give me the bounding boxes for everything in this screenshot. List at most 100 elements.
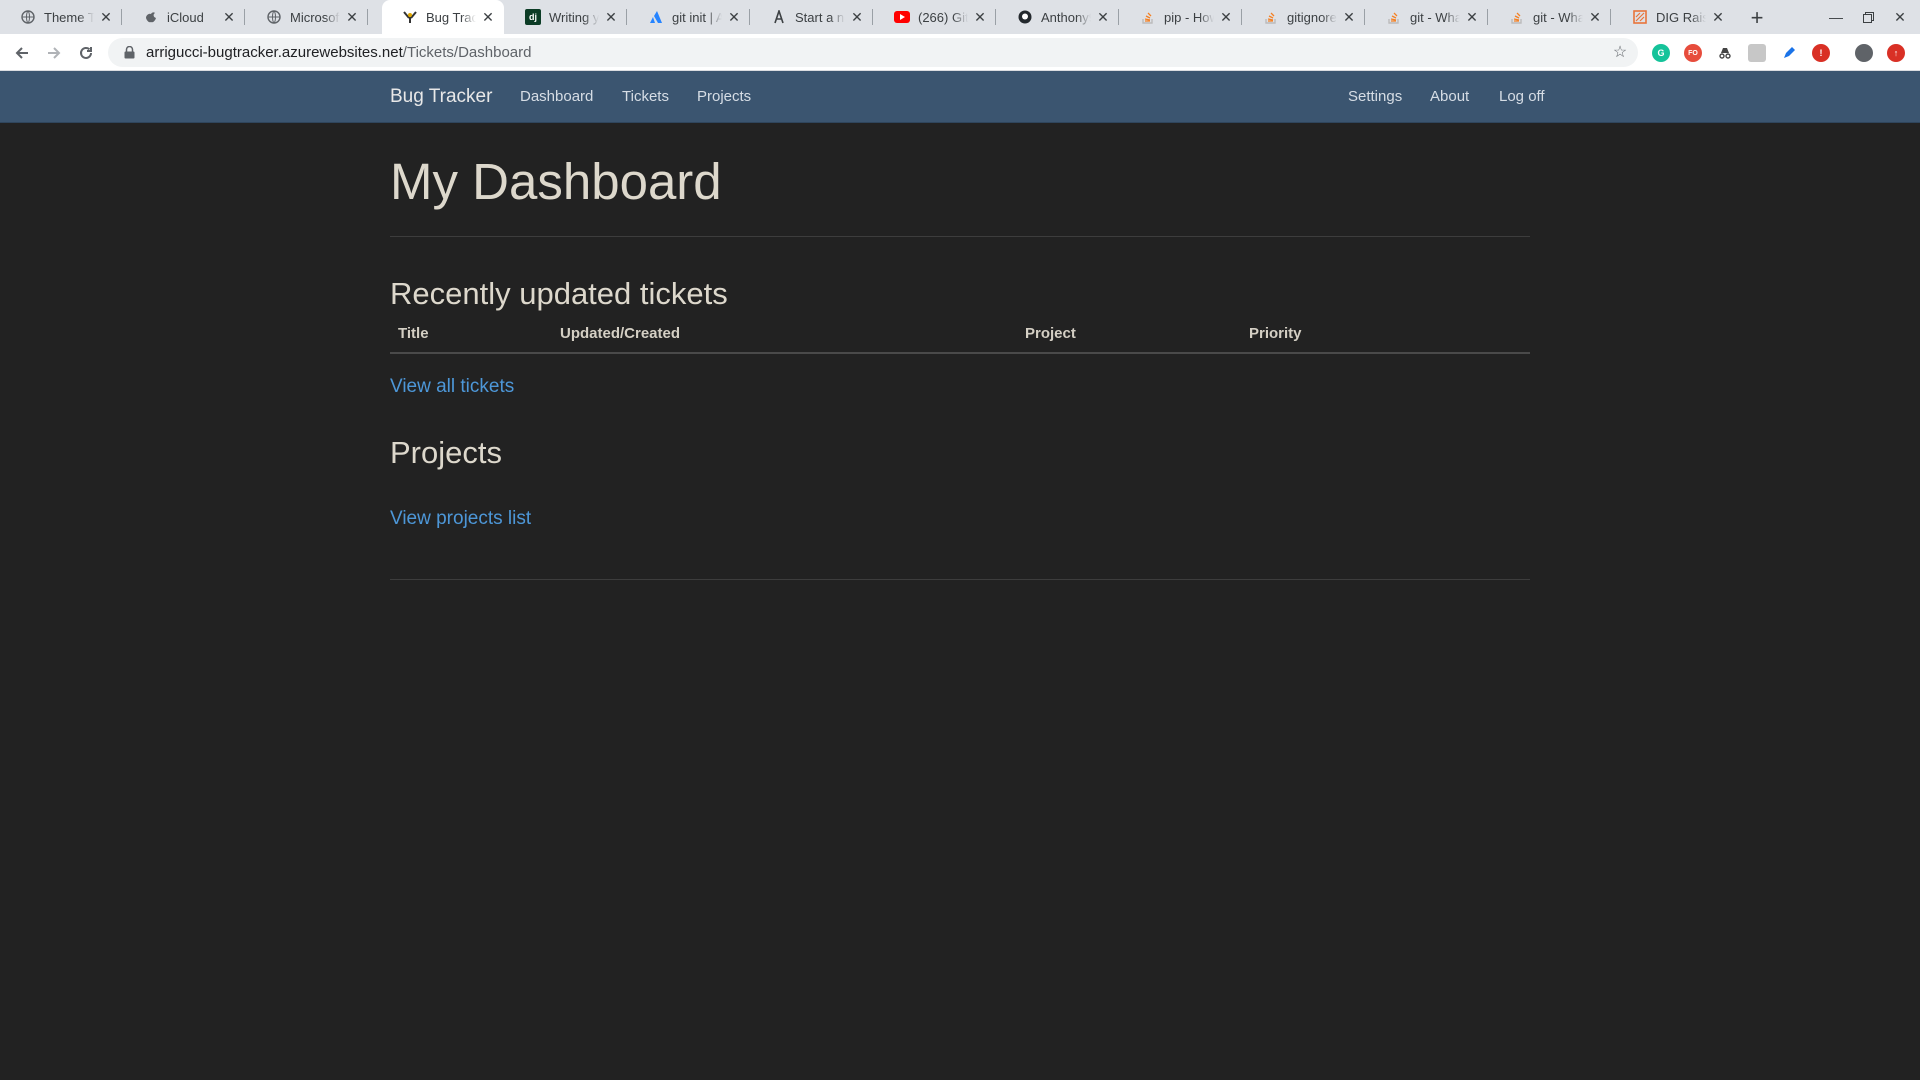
- tab-title: git - What c: [1533, 9, 1583, 25]
- atlassian-icon: [648, 9, 664, 25]
- tab-title: DIG Raise: [1656, 9, 1706, 25]
- tab-divider: [872, 9, 873, 25]
- reload-icon[interactable]: [72, 39, 100, 67]
- fo-extension-icon[interactable]: FO: [1684, 44, 1702, 62]
- globe-icon: [266, 9, 282, 25]
- restore-icon[interactable]: [1852, 0, 1884, 34]
- column-header-updated[interactable]: Updated/Created: [560, 325, 680, 342]
- page-title: My Dashboard: [390, 153, 722, 210]
- grammarly-extension-icon[interactable]: G: [1652, 44, 1670, 62]
- tab-title: Start a new: [795, 9, 845, 25]
- close-icon[interactable]: ✕: [603, 9, 619, 25]
- app-navbar: Bug Tracker Dashboard Tickets Projects S…: [0, 71, 1920, 123]
- view-projects-list-link[interactable]: View projects list: [390, 508, 531, 530]
- tab-title: Anthony96: [1041, 9, 1091, 25]
- tab-title: git init | At: [672, 9, 722, 25]
- browser-tab[interactable]: iCloud ✕: [123, 0, 245, 34]
- tab-divider: [1610, 9, 1611, 25]
- browser-tab-active[interactable]: Bug Tracker ✕: [382, 0, 504, 34]
- avatar[interactable]: [1855, 44, 1873, 62]
- nav-about[interactable]: About: [1430, 71, 1469, 123]
- browser-tab[interactable]: gitignore - ✕: [1243, 0, 1365, 34]
- browser-tab[interactable]: Microsoft V ✕: [246, 0, 368, 34]
- lock-icon[interactable]: [122, 46, 136, 60]
- address-bar[interactable]: arrigucci-bugtracker.azurewebsites.net/T…: [108, 38, 1638, 67]
- tab-divider: [626, 9, 627, 25]
- tab-title: (266) GitH: [918, 9, 968, 25]
- divider: [390, 236, 1530, 237]
- close-icon[interactable]: ✕: [1341, 9, 1357, 25]
- tab-divider: [1241, 9, 1242, 25]
- browser-toolbar: arrigucci-bugtracker.azurewebsites.net/T…: [0, 34, 1920, 71]
- close-icon[interactable]: ✕: [1710, 9, 1726, 25]
- doc-icon: [771, 9, 787, 25]
- column-header-title[interactable]: Title: [398, 325, 429, 342]
- minimize-icon[interactable]: —: [1820, 0, 1852, 34]
- tab-title: Theme Ten: [44, 9, 94, 25]
- close-icon[interactable]: ✕: [972, 9, 988, 25]
- browser-tab[interactable]: dj Writing you ✕: [505, 0, 627, 34]
- column-header-project[interactable]: Project: [1025, 325, 1076, 342]
- back-icon[interactable]: [8, 39, 36, 67]
- tab-divider: [1364, 9, 1365, 25]
- generic-extension-icon[interactable]: [1748, 44, 1766, 62]
- projects-heading: Projects: [390, 435, 502, 470]
- pen-extension-icon[interactable]: [1780, 44, 1798, 62]
- close-icon[interactable]: ✕: [480, 9, 496, 25]
- adblock-extension-icon[interactable]: !: [1812, 44, 1830, 62]
- browser-tabstrip: Theme Ten ✕ iCloud ✕ Microsoft V ✕ Bug T…: [0, 0, 1920, 34]
- bookmark-star-icon[interactable]: ☆: [1610, 42, 1630, 62]
- view-all-tickets-link[interactable]: View all tickets: [390, 376, 514, 398]
- tab-title: Bug Tracker: [426, 9, 476, 25]
- tab-divider: [995, 9, 996, 25]
- youtube-icon: [894, 9, 910, 25]
- close-icon[interactable]: ✕: [344, 9, 360, 25]
- nav-logoff[interactable]: Log off: [1499, 71, 1545, 123]
- bug-tracker-icon: [402, 9, 418, 25]
- nav-dashboard[interactable]: Dashboard: [520, 71, 593, 123]
- browser-tab[interactable]: Anthony96 ✕: [997, 0, 1119, 34]
- update-icon[interactable]: ↑: [1887, 44, 1905, 62]
- forward-icon[interactable]: [40, 39, 68, 67]
- django-icon: dj: [525, 9, 541, 25]
- footer-divider: [390, 579, 1530, 580]
- browser-tab[interactable]: Start a new ✕: [751, 0, 873, 34]
- globe-icon: [20, 9, 36, 25]
- browser-tab[interactable]: (266) GitH ✕: [874, 0, 996, 34]
- browser-tab[interactable]: pip - How t ✕: [1120, 0, 1242, 34]
- column-header-priority[interactable]: Priority: [1249, 325, 1302, 342]
- nav-tickets[interactable]: Tickets: [622, 71, 669, 123]
- tab-divider: [749, 9, 750, 25]
- browser-tab[interactable]: git - What i ✕: [1366, 0, 1488, 34]
- stackoverflow-icon: [1509, 9, 1525, 25]
- tab-divider: [1118, 9, 1119, 25]
- dig-icon: [1632, 9, 1648, 25]
- close-icon[interactable]: ✕: [1095, 9, 1111, 25]
- browser-tab[interactable]: git init | At ✕: [628, 0, 750, 34]
- stackoverflow-icon: [1386, 9, 1402, 25]
- nav-projects[interactable]: Projects: [697, 71, 751, 123]
- browser-tab[interactable]: DIG Raise ✕: [1612, 0, 1734, 34]
- close-icon[interactable]: ✕: [726, 9, 742, 25]
- tab-divider: [1487, 9, 1488, 25]
- incognito-extension-icon[interactable]: [1716, 44, 1734, 62]
- apple-icon: [143, 9, 159, 25]
- tab-divider: [244, 9, 245, 25]
- nav-settings[interactable]: Settings: [1348, 71, 1402, 123]
- close-window-icon[interactable]: ✕: [1884, 0, 1916, 34]
- tab-title: git - What i: [1410, 9, 1460, 25]
- brand-link[interactable]: Bug Tracker: [390, 71, 492, 123]
- close-icon[interactable]: ✕: [98, 9, 114, 25]
- close-icon[interactable]: ✕: [849, 9, 865, 25]
- tickets-table-header: Title Updated/Created Project Priority: [390, 319, 1530, 354]
- close-icon[interactable]: ✕: [221, 9, 237, 25]
- close-icon[interactable]: ✕: [1218, 9, 1234, 25]
- tab-title: pip - How t: [1164, 9, 1214, 25]
- browser-tab[interactable]: Theme Ten ✕: [0, 0, 122, 34]
- new-tab-button[interactable]: +: [1744, 5, 1770, 31]
- close-icon[interactable]: ✕: [1464, 9, 1480, 25]
- stackoverflow-icon: [1263, 9, 1279, 25]
- browser-tab[interactable]: git - What c ✕: [1489, 0, 1611, 34]
- close-icon[interactable]: ✕: [1587, 9, 1603, 25]
- tab-divider: [367, 9, 368, 25]
